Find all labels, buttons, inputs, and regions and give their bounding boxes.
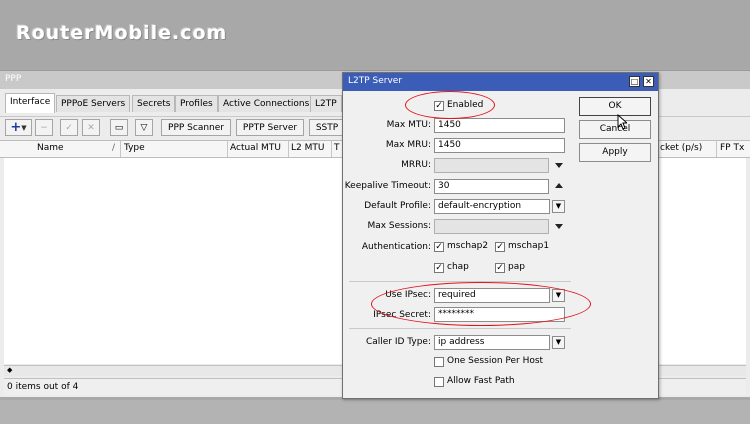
allow-fast-path-label: Allow Fast Path (447, 376, 515, 386)
ppp-scanner-button[interactable]: PPP Scanner (161, 119, 231, 136)
item-count: 0 items out of 4 (7, 382, 79, 392)
enable-button[interactable]: ✓ (60, 119, 78, 136)
mrru-expand-icon[interactable] (555, 163, 563, 168)
mouse-cursor-icon (617, 114, 627, 130)
column-name[interactable]: Name (37, 143, 64, 153)
column-t[interactable]: T (334, 143, 340, 153)
disable-button[interactable]: ✕ (82, 119, 100, 136)
add-button[interactable]: + ▼ (5, 119, 32, 136)
remove-button[interactable]: − (35, 119, 53, 136)
note-icon: ▭ (114, 122, 124, 133)
mschap1-label: mschap1 (508, 241, 550, 251)
default-profile-dropdown-icon[interactable]: ▼ (552, 200, 565, 213)
sstp-server-button[interactable]: SSTP (309, 119, 345, 136)
column-actual-mtu[interactable]: Actual MTU (230, 143, 281, 153)
max-mru-label: Max MRU: (385, 140, 431, 150)
caller-id-type-label: Caller ID Type: (365, 337, 431, 347)
ok-button[interactable]: OK (579, 97, 651, 116)
max-sessions-label: Max Sessions: (367, 221, 431, 231)
column-l2-mtu[interactable]: L2 MTU (291, 143, 324, 153)
scroll-left-icon[interactable]: ◆ (7, 366, 12, 374)
default-profile-select[interactable]: default-encryption (434, 199, 550, 214)
tab-interface[interactable]: Interface (5, 93, 56, 113)
desktop-bottom (0, 400, 750, 424)
ppp-title: PPP (5, 74, 22, 84)
column-fp-tx[interactable]: FP Tx (720, 143, 744, 153)
max-mtu-label: Max MTU: (386, 120, 431, 130)
chap-label: chap (447, 262, 469, 272)
mschap1-checkbox[interactable]: ✓ (495, 242, 505, 252)
pptp-server-button[interactable]: PPTP Server (236, 119, 304, 136)
keepalive-collapse-icon[interactable] (555, 183, 563, 188)
tab-profiles[interactable]: Profiles (175, 95, 218, 112)
comment-button[interactable]: ▭ (110, 119, 128, 136)
mrru-label: MRRU: (401, 160, 431, 170)
dialog-title-bar: L2TP Server □ ✕ (343, 73, 658, 91)
close-icon[interactable]: ✕ (643, 76, 654, 87)
authentication-label: Authentication: (361, 242, 431, 252)
max-mtu-field[interactable]: 1450 (434, 118, 565, 133)
one-session-checkbox[interactable] (434, 357, 444, 367)
mrru-field[interactable] (434, 158, 549, 173)
chevron-down-icon: ▼ (21, 123, 27, 132)
l2tp-server-dialog: L2TP Server □ ✕ ✓ Enabled Max MTU: 1450 … (342, 72, 659, 399)
caller-id-dropdown-icon[interactable]: ▼ (552, 336, 565, 349)
tab-secrets[interactable]: Secrets (132, 95, 176, 112)
cross-icon: ✕ (87, 122, 95, 133)
site-logo: RouterMobile.com (16, 22, 228, 44)
filter-button[interactable]: ▽ (135, 119, 153, 136)
tab-l2tp[interactable]: L2TP (310, 95, 342, 112)
chap-checkbox[interactable]: ✓ (434, 263, 444, 273)
default-profile-label: Default Profile: (364, 201, 431, 211)
column-rx-packet[interactable]: cket (p/s) (660, 143, 702, 153)
allow-fast-path-checkbox[interactable] (434, 377, 444, 387)
cancel-button[interactable]: Cancel (579, 120, 651, 139)
tab-pppoe-servers[interactable]: PPPoE Servers (56, 95, 131, 112)
check-icon: ✓ (65, 122, 73, 133)
max-sessions-field[interactable] (434, 219, 549, 234)
divider (349, 328, 571, 329)
pap-label: pap (508, 262, 525, 272)
ipsec-highlight-ring (371, 282, 591, 326)
column-type[interactable]: Type (124, 143, 145, 153)
mschap2-checkbox[interactable]: ✓ (434, 242, 444, 252)
dialog-title: L2TP Server (348, 76, 403, 86)
apply-button[interactable]: Apply (579, 143, 651, 162)
max-mru-field[interactable]: 1450 (434, 138, 565, 153)
plus-icon: + (10, 120, 22, 135)
tab-active-connections[interactable]: Active Connections (218, 95, 315, 112)
one-session-label: One Session Per Host (447, 356, 544, 366)
maximize-icon[interactable]: □ (629, 76, 640, 87)
minus-icon: − (40, 122, 48, 133)
mschap2-label: mschap2 (447, 241, 489, 251)
max-sessions-expand-icon[interactable] (555, 224, 563, 229)
pap-checkbox[interactable]: ✓ (495, 263, 505, 273)
keepalive-label: Keepalive Timeout: (344, 181, 431, 191)
filter-icon: ▽ (140, 122, 148, 133)
sort-icon: / (112, 143, 116, 153)
keepalive-field[interactable]: 30 (434, 179, 549, 194)
caller-id-type-select[interactable]: ip address (434, 335, 550, 350)
enabled-highlight-ring (405, 91, 495, 119)
